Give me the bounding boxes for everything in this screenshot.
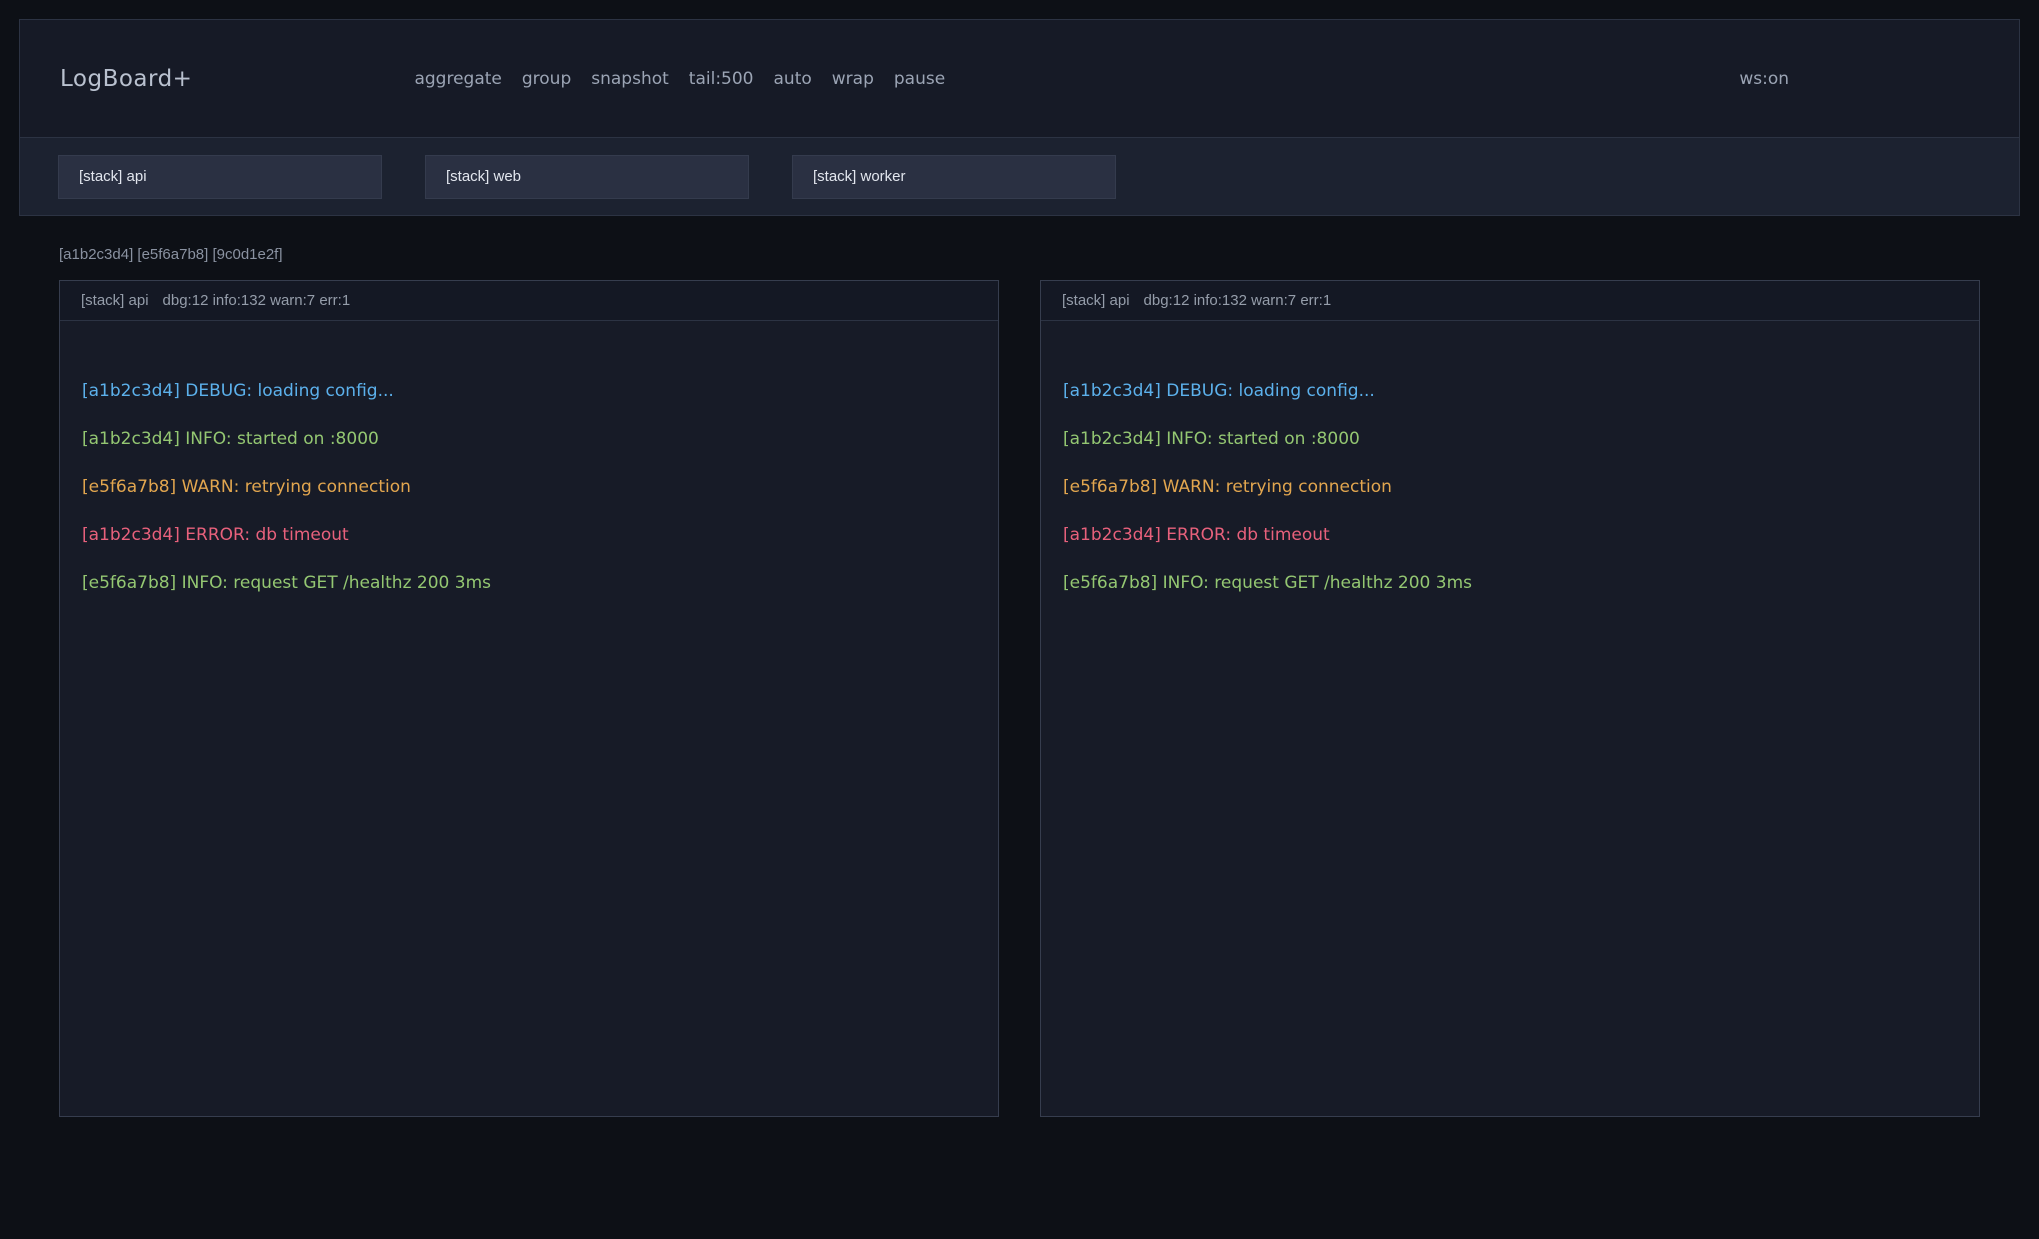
log-panel-right-header: [stack] api dbg:12 info:132 warn:7 err:1 — [1041, 281, 1979, 321]
log-line: [a1b2c3d4] INFO: started on :8000 — [82, 415, 976, 463]
log-line: [a1b2c3d4] ERROR: db timeout — [1063, 511, 1957, 559]
log-panel-right-body: [a1b2c3d4] DEBUG: loading config... [a1b… — [1041, 321, 1979, 1116]
log-panel-left-title: [stack] api — [81, 292, 149, 309]
stack-tab-web-label: [stack] web — [446, 168, 521, 185]
app-title: LogBoard+ — [60, 66, 192, 92]
log-panel-left: [stack] api dbg:12 info:132 warn:7 err:1… — [59, 280, 999, 1117]
app-shell: LogBoard+ aggregate group snapshot tail:… — [19, 19, 2020, 216]
log-line: [e5f6a7b8] WARN: retrying connection — [1063, 463, 1957, 511]
toolbar-item-pause[interactable]: pause — [894, 69, 945, 89]
log-panel-right-title: [stack] api — [1062, 292, 1130, 309]
log-panel-left-header: [stack] api dbg:12 info:132 warn:7 err:1 — [60, 281, 998, 321]
log-panel-right: [stack] api dbg:12 info:132 warn:7 err:1… — [1040, 280, 1980, 1117]
stack-tab-worker[interactable]: [stack] worker — [792, 155, 1116, 199]
stack-tabs-row: [stack] api [stack] web [stack] worker — [20, 138, 2019, 215]
toolbar-item-auto[interactable]: auto — [774, 69, 812, 89]
toolbar-item-snapshot[interactable]: snapshot — [591, 69, 669, 89]
stack-tab-worker-label: [stack] worker — [813, 168, 906, 185]
log-line: [a1b2c3d4] INFO: started on :8000 — [1063, 415, 1957, 463]
page: LogBoard+ aggregate group snapshot tail:… — [0, 0, 2039, 1239]
ws-status-badge: ws:on — [1739, 69, 1789, 89]
log-panels: [stack] api dbg:12 info:132 warn:7 err:1… — [59, 280, 1980, 1117]
toolbar: aggregate group snapshot tail:500 auto w… — [414, 69, 945, 89]
log-line: [e5f6a7b8] INFO: request GET /healthz 20… — [1063, 559, 1957, 607]
topbar: LogBoard+ aggregate group snapshot tail:… — [20, 20, 2019, 138]
toolbar-item-tail[interactable]: tail:500 — [689, 69, 754, 89]
log-line: [e5f6a7b8] WARN: retrying connection — [82, 463, 976, 511]
stack-tab-api-label: [stack] api — [79, 168, 147, 185]
log-panel-left-body: [a1b2c3d4] DEBUG: loading config... [a1b… — [60, 321, 998, 1116]
toolbar-item-aggregate[interactable]: aggregate — [414, 69, 501, 89]
log-line: [a1b2c3d4] DEBUG: loading config... — [82, 367, 976, 415]
request-ids-line: [a1b2c3d4] [e5f6a7b8] [9c0d1e2f] — [59, 246, 2020, 264]
stack-tab-api[interactable]: [stack] api — [58, 155, 382, 199]
log-line: [a1b2c3d4] ERROR: db timeout — [82, 511, 976, 559]
stack-tab-web[interactable]: [stack] web — [425, 155, 749, 199]
log-panel-left-stats: dbg:12 info:132 warn:7 err:1 — [163, 292, 351, 309]
toolbar-item-wrap[interactable]: wrap — [832, 69, 874, 89]
log-panel-right-stats: dbg:12 info:132 warn:7 err:1 — [1144, 292, 1332, 309]
log-line: [a1b2c3d4] DEBUG: loading config... — [1063, 367, 1957, 415]
log-line: [e5f6a7b8] INFO: request GET /healthz 20… — [82, 559, 976, 607]
toolbar-item-group[interactable]: group — [522, 69, 571, 89]
